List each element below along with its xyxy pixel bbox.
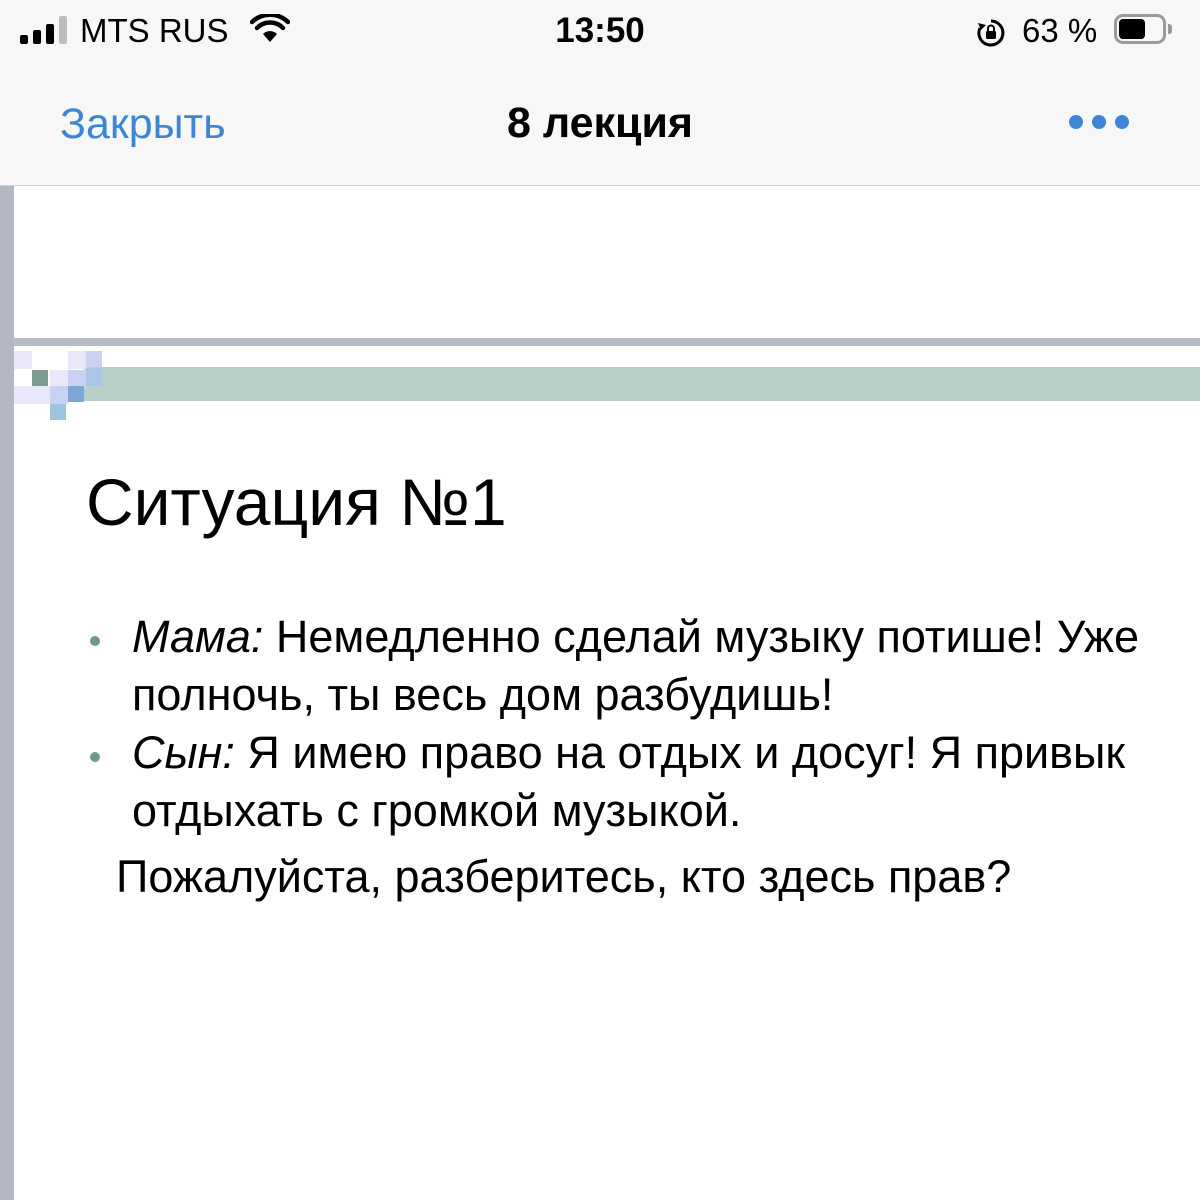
bullet-dot xyxy=(90,752,100,762)
bullet-dot xyxy=(90,636,100,646)
navigation-bar: Закрыть 8 лекция xyxy=(0,62,1200,186)
slide-title: Ситуация №1 xyxy=(86,465,507,539)
bullet-text: Я имею право на отдых и досуг! Я привык … xyxy=(132,727,1126,836)
close-button[interactable]: Закрыть xyxy=(60,100,226,148)
slide-header-band xyxy=(84,367,1200,401)
phone-screen: MTS RUS 13:50 63 % Закрыть 8 лекция Ситу… xyxy=(0,0,1200,1200)
slide-page: Ситуация №1 Мама: Немедленно сделай музы… xyxy=(14,346,1200,1200)
viewer-gutter xyxy=(0,186,14,1200)
status-bar: MTS RUS 13:50 63 % xyxy=(0,0,1200,62)
battery-percentage: 63 % xyxy=(1022,12,1098,49)
battery-icon xyxy=(1114,14,1172,44)
page-separator xyxy=(14,338,1200,346)
bullet-item: Мама: Немедленно сделай музыку потише! У… xyxy=(86,608,1146,724)
slide-body: Мама: Немедленно сделай музыку потише! У… xyxy=(86,608,1146,906)
status-time: 13:50 xyxy=(555,11,645,50)
speaker-label: Сын: xyxy=(132,727,235,778)
closing-question: Пожалуйста, разберитесь, кто здесь прав? xyxy=(116,851,1012,902)
bullet-text: Немедленно сделай музыку потише! Уже пол… xyxy=(132,611,1140,720)
document-viewer[interactable]: Ситуация №1 Мама: Немедленно сделай музы… xyxy=(0,186,1200,1200)
decorative-squares xyxy=(14,351,102,420)
bullet-item: Сын: Я имею право на отдых и досуг! Я пр… xyxy=(86,724,1146,840)
speaker-label: Мама: xyxy=(132,611,264,662)
ellipsis-icon[interactable] xyxy=(1066,110,1132,134)
rotation-lock-icon xyxy=(977,19,1005,47)
